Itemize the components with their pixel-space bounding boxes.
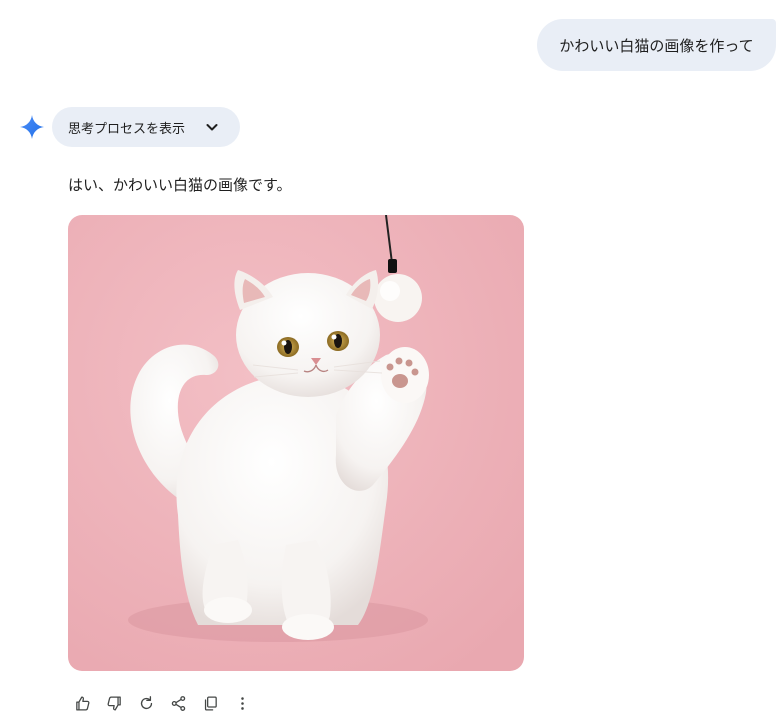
response-actions-bar [66, 690, 258, 716]
more-vert-icon [240, 696, 244, 710]
more-options-button[interactable] [226, 690, 258, 716]
regenerate-button[interactable] [130, 690, 162, 716]
user-message-bubble: かわいい白猫の画像を作って [537, 19, 776, 71]
thumbs-up-icon [75, 695, 89, 711]
show-thinking-button[interactable]: 思考プロセスを表示 [52, 107, 240, 147]
generated-image[interactable] [68, 215, 524, 671]
share-button[interactable] [162, 690, 194, 716]
assistant-reply-text: はい、かわいい白猫の画像です。 [68, 176, 292, 194]
share-icon [171, 695, 185, 711]
copy-button[interactable] [194, 690, 226, 716]
thumbs-up-button[interactable] [66, 690, 98, 716]
show-thinking-label: 思考プロセスを表示 [68, 121, 186, 137]
gemini-spark-icon [19, 114, 45, 140]
thumbs-down-button[interactable] [98, 690, 130, 716]
user-message-text: かわいい白猫の画像を作って [559, 36, 754, 55]
refresh-icon [140, 695, 152, 709]
chevron-down-icon [204, 119, 220, 135]
chat-page: かわいい白猫の画像を作って 思考プロセスを表示 はい、かわいい白猫の画像です。 [0, 0, 782, 723]
thumbs-down-icon [107, 695, 121, 711]
copy-icon [204, 695, 217, 711]
